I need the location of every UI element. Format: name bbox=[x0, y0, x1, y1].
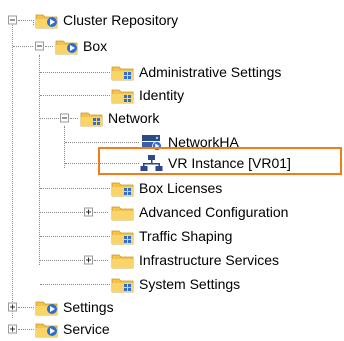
tree-item-label: System Settings bbox=[139, 276, 241, 292]
expand-toggle[interactable] bbox=[8, 324, 17, 334]
folder-settings-icon bbox=[111, 86, 135, 104]
tree-item-label: Infrastructure Services bbox=[139, 252, 280, 268]
tree-item-label: Box Licenses bbox=[139, 180, 223, 196]
tree-item-infrastructure-services[interactable]: Infrastructure Services bbox=[0, 249, 279, 271]
folder-gear-icon bbox=[55, 37, 79, 55]
tree-item-label: Service bbox=[63, 321, 110, 337]
expand-toggle[interactable] bbox=[84, 207, 93, 217]
folder-gear-icon bbox=[35, 11, 59, 29]
folder-gear-icon bbox=[35, 320, 59, 338]
folder-settings-icon bbox=[80, 109, 104, 127]
folder-gear-icon bbox=[35, 298, 59, 316]
tree-item-vr-instance[interactable]: VR Instance [VR01] bbox=[0, 152, 291, 174]
tree-item-identity[interactable]: Identity bbox=[0, 84, 184, 106]
expand-toggle[interactable] bbox=[84, 255, 93, 265]
tree-item-network[interactable]: Network bbox=[0, 107, 159, 129]
tree-item-label: Network bbox=[108, 110, 160, 126]
expand-toggle[interactable] bbox=[8, 302, 17, 312]
tree-item-label: Traffic Shaping bbox=[139, 228, 233, 244]
folder-icon bbox=[111, 251, 135, 269]
tree-item-label: Administrative Settings bbox=[139, 64, 282, 80]
tree-item-cluster-repository[interactable]: Cluster Repository bbox=[0, 9, 178, 31]
folder-settings-icon bbox=[111, 227, 135, 245]
tree-item-system-settings[interactable]: System Settings bbox=[0, 273, 240, 295]
tree-item-traffic-shaping[interactable]: Traffic Shaping bbox=[0, 225, 232, 247]
tree-item-service[interactable]: Service bbox=[0, 318, 110, 340]
tree-item-label: Box bbox=[83, 38, 108, 54]
tree-item-label: VR Instance [VR01] bbox=[168, 155, 291, 171]
collapse-toggle[interactable] bbox=[60, 113, 69, 123]
folder-icon bbox=[111, 203, 135, 221]
tree-item-label: Settings bbox=[63, 299, 114, 315]
tree-item-advanced-configuration[interactable]: Advanced Configuration bbox=[0, 201, 288, 223]
folder-settings-icon bbox=[111, 179, 135, 197]
folder-settings-icon bbox=[111, 63, 135, 81]
tree-item-box-licenses[interactable]: Box Licenses bbox=[0, 177, 222, 199]
collapse-toggle[interactable] bbox=[35, 41, 44, 51]
tree-item-label: Identity bbox=[139, 87, 185, 103]
folder-settings-icon bbox=[111, 275, 135, 293]
tree-item-administrative-settings[interactable]: Administrative Settings bbox=[0, 61, 281, 83]
tree-item-label: Cluster Repository bbox=[63, 12, 179, 28]
tree-item-settings[interactable]: Settings bbox=[0, 296, 114, 318]
tree-item-label: Advanced Configuration bbox=[139, 204, 289, 220]
network-instance-icon bbox=[140, 154, 164, 172]
collapse-toggle[interactable] bbox=[8, 15, 17, 25]
tree-item-box[interactable]: Box bbox=[0, 35, 107, 57]
